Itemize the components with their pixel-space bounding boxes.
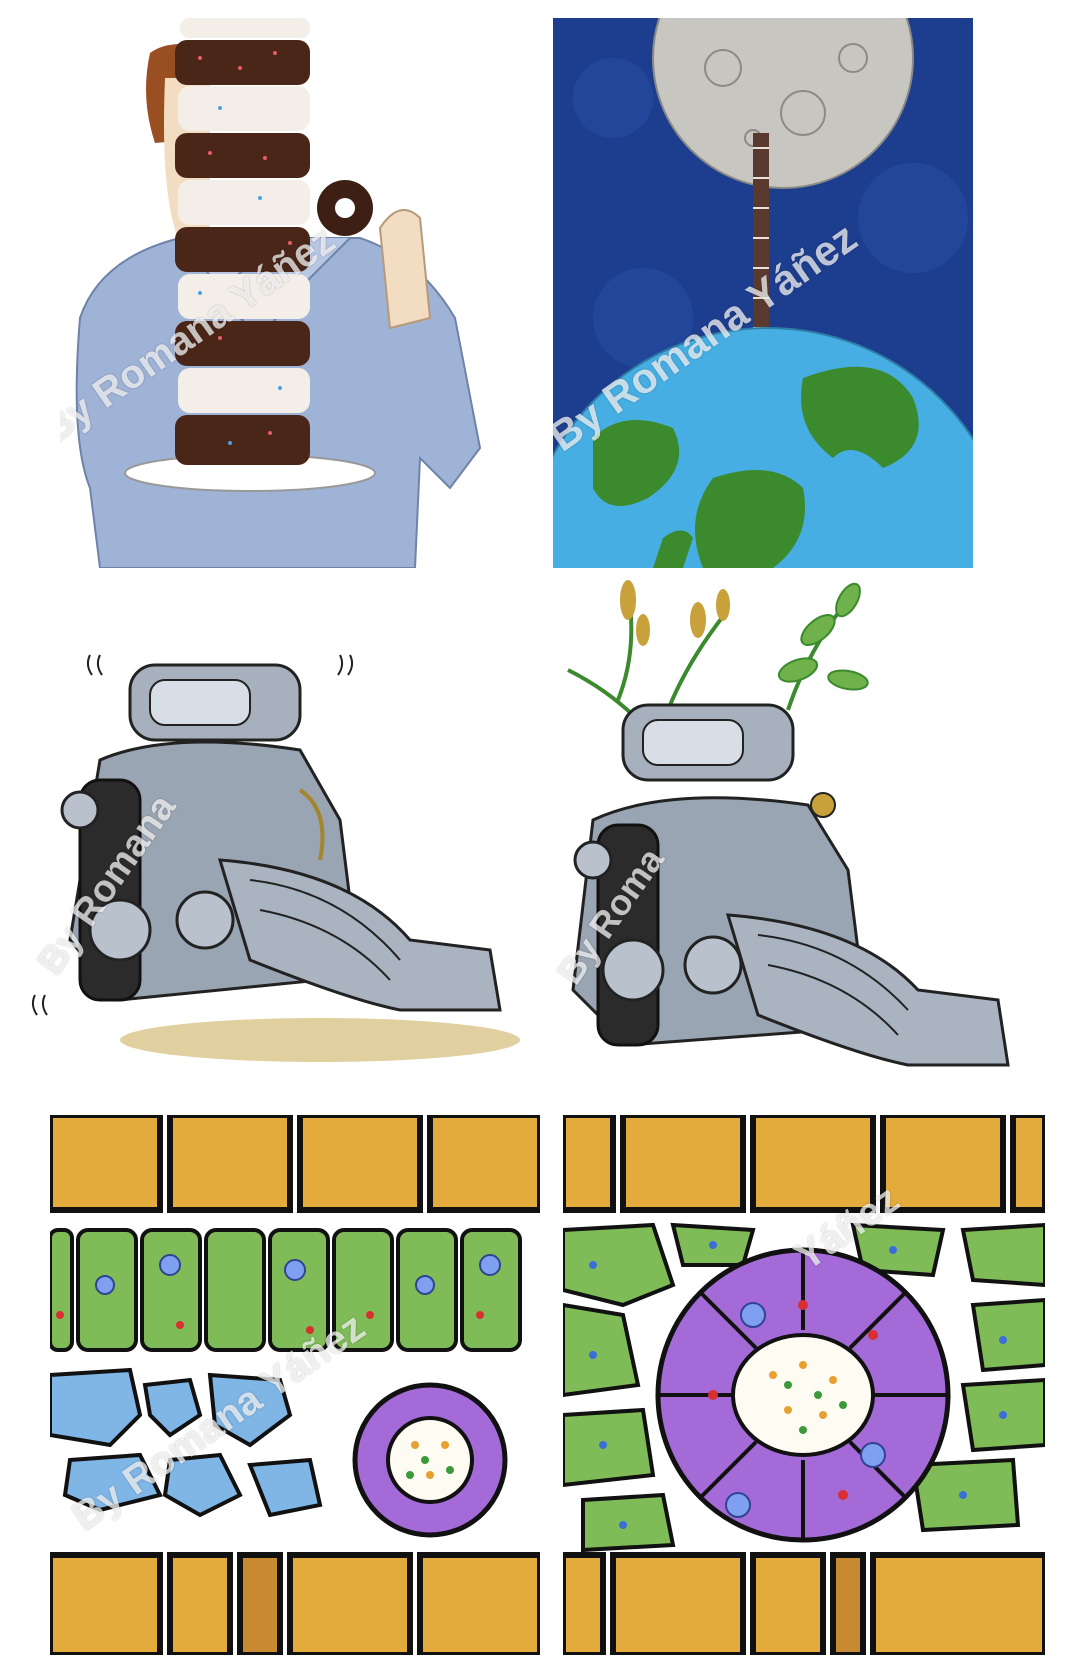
moon-earth-illustration — [553, 18, 973, 568]
engine-leaking-panel: By Romana — [20, 640, 525, 1080]
donut-tower-panel: By Romana Yáñez — [60, 18, 490, 568]
tissue-left-panel: By Romana Yáñez — [50, 1115, 540, 1655]
moon-earth-panel: By Romana Yáñez — [553, 18, 973, 568]
tissue-left-illustration — [50, 1115, 540, 1655]
engine-plants-panel: By Roma — [548, 570, 1028, 1095]
tissue-right-panel: Yáñez — [563, 1115, 1045, 1655]
tissue-right-illustration — [563, 1115, 1045, 1655]
engine-leaking-illustration — [20, 640, 525, 1080]
donut-tower-illustration — [60, 18, 490, 568]
engine-plants-illustration — [548, 570, 1028, 1095]
